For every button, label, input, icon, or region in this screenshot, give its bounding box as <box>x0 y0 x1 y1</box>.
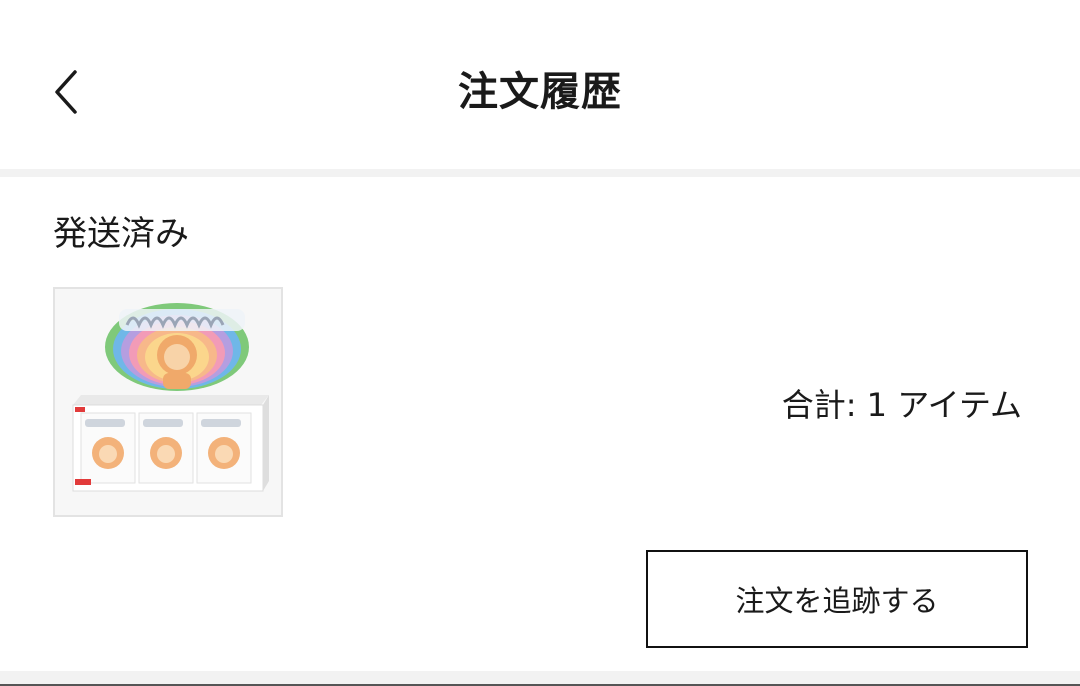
header-divider <box>0 169 1080 177</box>
track-order-button[interactable]: 注文を追跡する <box>646 550 1028 648</box>
order-status-label: 発送済み <box>53 214 189 254</box>
order-history-page: 注文履歴 発送済み 合計: 1 アイテム 注文を追跡する <box>0 0 1080 686</box>
order-summary: 合計: 1 アイテム <box>781 386 1022 424</box>
header: 注文履歴 <box>0 0 1080 170</box>
product-thumbnail[interactable] <box>53 287 283 517</box>
blind-box-row <box>80 412 252 484</box>
order-card: 発送済み 合計: 1 アイテム 注文を追跡する <box>0 177 1080 671</box>
product-image <box>55 289 281 515</box>
page-title: 注文履歴 <box>458 69 622 115</box>
